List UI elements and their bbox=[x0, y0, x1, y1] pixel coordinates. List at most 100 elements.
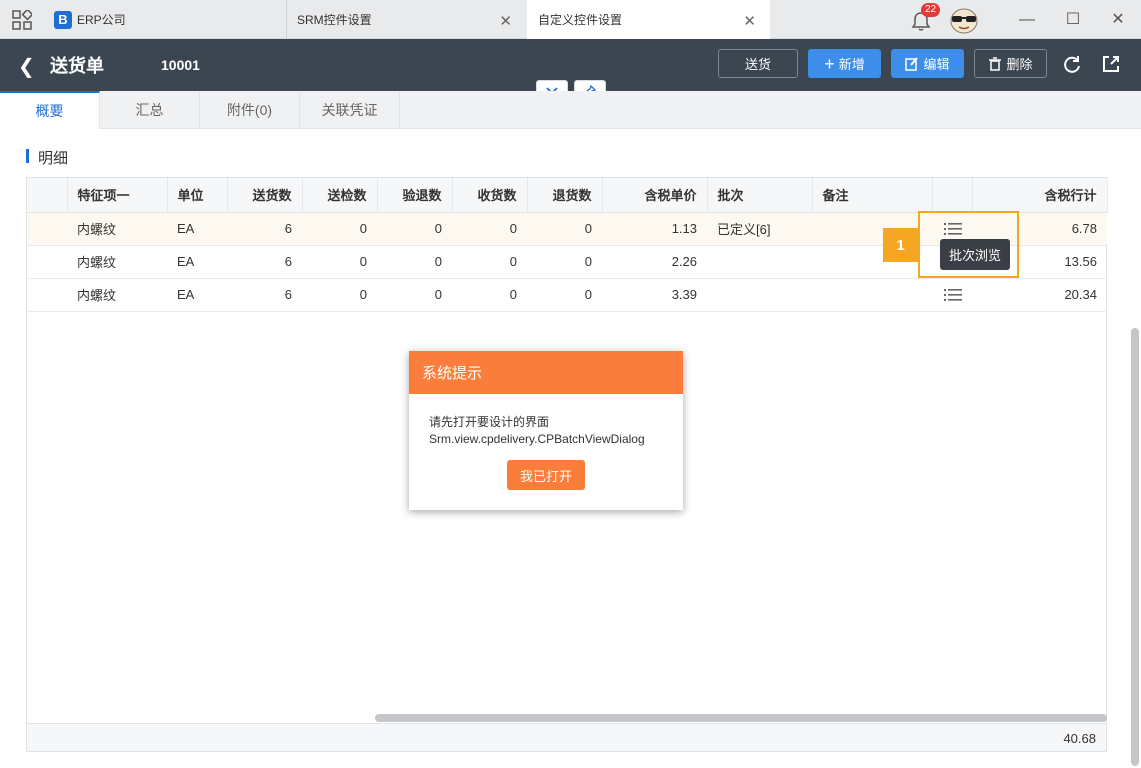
table-cell[interactable]: 6 bbox=[227, 278, 302, 312]
dialog-message-line: Srm.view.cpdelivery.CPBatchViewDialog bbox=[429, 432, 645, 446]
window-titlebar: B ERP公司 SRM控件设置 ✕ 自定义控件设置 ✕ 22 — ☐ ✕ bbox=[0, 0, 1141, 39]
column-header-rownum bbox=[27, 178, 68, 213]
new-button-label: 新增 bbox=[838, 57, 865, 72]
column-header[interactable]: 特征项一 bbox=[67, 178, 168, 213]
batch-browse-cell[interactable] bbox=[932, 278, 972, 312]
table-cell[interactable]: 0 bbox=[527, 212, 602, 246]
table-cell[interactable]: 已定义[6] bbox=[707, 212, 812, 246]
table-cell[interactable]: 3.39 bbox=[602, 278, 707, 312]
table-cell[interactable] bbox=[812, 278, 932, 312]
row-number-cell bbox=[27, 278, 67, 312]
column-header[interactable]: 收货数 bbox=[452, 178, 528, 213]
delete-button[interactable]: 删除 bbox=[974, 49, 1047, 78]
table-cell[interactable]: 0 bbox=[452, 278, 527, 312]
table-cell[interactable]: 0 bbox=[527, 278, 602, 312]
table-cell[interactable]: 0 bbox=[302, 245, 377, 279]
step-marker: 1 bbox=[883, 228, 918, 262]
row-number-cell bbox=[27, 212, 67, 246]
table-cell[interactable]: 20.34 bbox=[972, 278, 1107, 312]
table-cell[interactable]: EA bbox=[167, 278, 227, 312]
close-icon[interactable]: ✕ bbox=[743, 12, 756, 30]
list-icon[interactable] bbox=[944, 288, 962, 302]
column-header[interactable]: 验退数 bbox=[377, 178, 453, 213]
table-cell[interactable]: 1.13 bbox=[602, 212, 707, 246]
back-arrow-icon[interactable]: ❮ bbox=[18, 54, 35, 79]
dialog-message: 请先打开要设计的界面 Srm.view.cpdelivery.CPBatchVi… bbox=[409, 394, 683, 448]
column-header[interactable]: 单位 bbox=[167, 178, 228, 213]
table-cell[interactable]: 0 bbox=[377, 245, 452, 279]
deliver-button[interactable]: 送货 bbox=[718, 49, 798, 78]
tab-erp-company[interactable]: B ERP公司 bbox=[44, 0, 284, 39]
table-header-row: 特征项一 单位 送货数 送检数 验退数 收货数 退货数 含税单价 批次 备注 含… bbox=[27, 178, 1108, 213]
column-header[interactable]: 送检数 bbox=[302, 178, 378, 213]
plus-icon: + bbox=[824, 53, 835, 74]
table-cell[interactable]: 内螺纹 bbox=[67, 245, 167, 279]
table-cell[interactable]: 0 bbox=[527, 245, 602, 279]
table-cell[interactable]: 0 bbox=[377, 278, 452, 312]
tab-srm-control-settings[interactable]: SRM控件设置 ✕ bbox=[286, 0, 526, 39]
table-cell[interactable]: 6 bbox=[227, 212, 302, 246]
document-header: ❮ 送货单 10001 送货 + 新增 编辑 删除 bbox=[0, 39, 1141, 91]
tab-label: 自定义控件设置 bbox=[538, 13, 623, 27]
column-header[interactable]: 备注 bbox=[812, 178, 933, 213]
tab-overview[interactable]: 概要 bbox=[0, 91, 100, 129]
table-cell[interactable]: EA bbox=[167, 245, 227, 279]
column-header[interactable]: 含税单价 bbox=[602, 178, 708, 213]
horizontal-scrollbar[interactable] bbox=[375, 714, 1107, 722]
trash-icon bbox=[989, 56, 1002, 71]
refresh-icon[interactable] bbox=[1061, 53, 1083, 75]
close-icon[interactable]: ✕ bbox=[499, 12, 512, 30]
document-number: 10001 bbox=[161, 57, 200, 73]
grid-footer: 40.68 bbox=[27, 723, 1106, 751]
delete-button-label: 删除 bbox=[1006, 57, 1033, 72]
maximize-button[interactable]: ☐ bbox=[1064, 11, 1082, 29]
external-link-icon[interactable] bbox=[1100, 53, 1122, 75]
deliver-button-label: 送货 bbox=[744, 57, 771, 72]
tab-related-vouchers[interactable]: 关联凭证 bbox=[300, 91, 400, 129]
close-window-button[interactable]: ✕ bbox=[1109, 11, 1127, 29]
vertical-scrollbar[interactable] bbox=[1131, 328, 1139, 766]
new-button[interactable]: + 新增 bbox=[808, 49, 881, 78]
tooltip: 批次浏览 bbox=[940, 239, 1010, 270]
tab-label: ERP公司 bbox=[77, 13, 126, 27]
tab-summary[interactable]: 汇总 bbox=[100, 91, 200, 129]
avatar[interactable] bbox=[948, 6, 980, 34]
table-cell[interactable]: 0 bbox=[452, 212, 527, 246]
table-cell[interactable]: 2.26 bbox=[602, 245, 707, 279]
row-number-cell bbox=[27, 245, 67, 279]
column-header[interactable]: 批次 bbox=[707, 178, 813, 213]
footer-total: 40.68 bbox=[1063, 731, 1096, 746]
erp-logo-icon: B bbox=[54, 10, 72, 29]
column-header[interactable]: 退货数 bbox=[527, 178, 603, 213]
table-cell[interactable]: 内螺纹 bbox=[67, 278, 167, 312]
edit-button[interactable]: 编辑 bbox=[891, 49, 964, 78]
tab-custom-control-settings[interactable]: 自定义控件设置 ✕ bbox=[527, 0, 770, 39]
table-cell[interactable]: 0 bbox=[452, 245, 527, 279]
table-cell[interactable]: 0 bbox=[302, 212, 377, 246]
confirm-opened-button[interactable]: 我已打开 bbox=[507, 460, 585, 490]
notification-badge: 22 bbox=[921, 3, 941, 17]
edit-button-label: 编辑 bbox=[923, 57, 950, 72]
page-title: 送货单 bbox=[50, 56, 104, 76]
table-row[interactable]: 内螺纹 EA 6 0 0 0 0 3.39 20.34 bbox=[27, 278, 1107, 312]
table-cell[interactable]: 6 bbox=[227, 245, 302, 279]
edit-icon bbox=[905, 56, 919, 71]
detail-tabs: 概要 汇总 附件(0) 关联凭证 bbox=[0, 91, 1141, 129]
column-header[interactable]: 含税行计 bbox=[972, 178, 1108, 213]
tab-label: SRM控件设置 bbox=[297, 13, 372, 27]
table-cell[interactable] bbox=[707, 278, 812, 312]
column-header bbox=[932, 178, 973, 213]
system-prompt-dialog: 系统提示 请先打开要设计的界面 Srm.view.cpdelivery.CPBa… bbox=[409, 351, 683, 510]
tab-attachments[interactable]: 附件(0) bbox=[200, 91, 300, 129]
dialog-title: 系统提示 bbox=[409, 351, 683, 394]
dialog-message-line: 请先打开要设计的界面 bbox=[429, 415, 550, 429]
column-header[interactable]: 送货数 bbox=[227, 178, 303, 213]
section-title: 明细 bbox=[26, 147, 68, 168]
minimize-button[interactable]: — bbox=[1018, 11, 1036, 29]
app-grid-icon[interactable] bbox=[12, 10, 32, 30]
table-cell[interactable]: 0 bbox=[377, 212, 452, 246]
table-cell[interactable]: EA bbox=[167, 212, 227, 246]
table-cell[interactable]: 0 bbox=[302, 278, 377, 312]
table-cell[interactable]: 内螺纹 bbox=[67, 212, 167, 246]
table-cell[interactable] bbox=[707, 245, 812, 279]
